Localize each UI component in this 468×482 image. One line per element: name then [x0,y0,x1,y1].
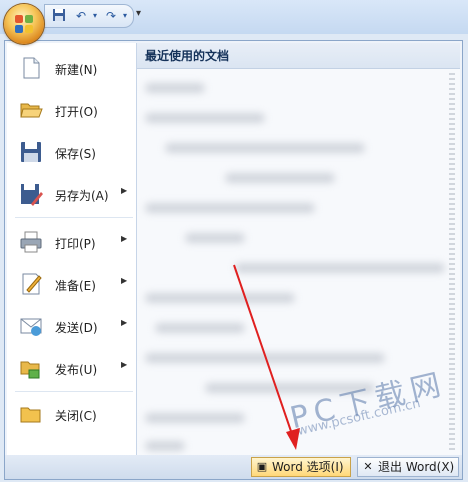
menu-item-label: 关闭(C) [55,409,97,423]
menu-item-send[interactable]: 发送(D) ▶ [7,305,136,347]
menu-separator [15,217,133,218]
menu-item-save-as[interactable]: 另存为(A) ▶ [7,173,136,215]
exit-word-button[interactable]: ✕ 退出 Word(X) [357,457,459,477]
menu-item-save[interactable]: 保存(S) [7,131,136,173]
office-menu-footer: ▣ Word 选项(I) ✕ 退出 Word(X) [5,455,462,479]
submenu-arrow-icon: ▶ [121,186,128,195]
title-bar: ↶ ▾ ↷ ▾ ▾ [0,0,468,34]
office-menu-commands: 新建(N) 打开(O) 保存(S) 另存为(A) ▶ 打印(P) ▶ 准备(E)… [7,43,137,455]
menu-item-print[interactable]: 打印(P) ▶ [7,221,136,263]
menu-item-label: 发送(D) [55,321,98,335]
menu-item-label: 发布(U) [55,363,98,377]
menu-item-publish[interactable]: 发布(U) ▶ [7,347,136,389]
printer-icon [19,230,43,254]
undo-dropdown-icon[interactable]: ▾ [87,8,103,24]
exit-word-label: 退出 Word(X) [378,460,455,474]
office-logo-icon [15,15,33,33]
open-folder-icon [19,98,43,122]
menu-item-label: 另存为(A) [55,189,109,203]
menu-item-new[interactable]: 新建(N) [7,47,136,89]
office-button[interactable] [4,4,44,44]
customize-qat-dropdown-icon[interactable]: ▾ [136,8,141,19]
send-icon [19,314,43,338]
options-icon: ▣ [256,460,268,473]
quick-access-toolbar: ↶ ▾ ↷ ▾ [44,4,134,28]
submenu-arrow-icon: ▶ [121,318,128,327]
submenu-arrow-icon: ▶ [121,234,128,243]
menu-item-label: 新建(N) [55,63,98,77]
menu-item-prepare[interactable]: 准备(E) ▶ [7,263,136,305]
close-folder-icon [19,402,43,426]
save-as-icon [19,182,43,206]
menu-item-open[interactable]: 打开(O) [7,89,136,131]
menu-item-label: 打印(P) [55,237,96,251]
save-icon [19,140,43,164]
prepare-icon [19,272,43,296]
menu-item-label: 保存(S) [55,147,96,161]
save-icon[interactable] [51,8,67,24]
word-options-button[interactable]: ▣ Word 选项(I) [251,457,351,477]
redo-dropdown-icon[interactable]: ▾ [117,8,133,24]
menu-separator [15,391,133,392]
submenu-arrow-icon: ▶ [121,360,128,369]
publish-icon [19,356,43,380]
menu-item-label: 准备(E) [55,279,96,293]
menu-item-label: 打开(O) [55,105,98,119]
close-icon: ✕ [363,460,373,473]
menu-item-close[interactable]: 关闭(C) [7,393,136,435]
new-document-icon [19,56,43,80]
submenu-arrow-icon: ▶ [121,276,128,285]
recent-documents-title: 最近使用的文档 [137,43,460,69]
word-options-label: Word 选项(I) [272,460,344,474]
